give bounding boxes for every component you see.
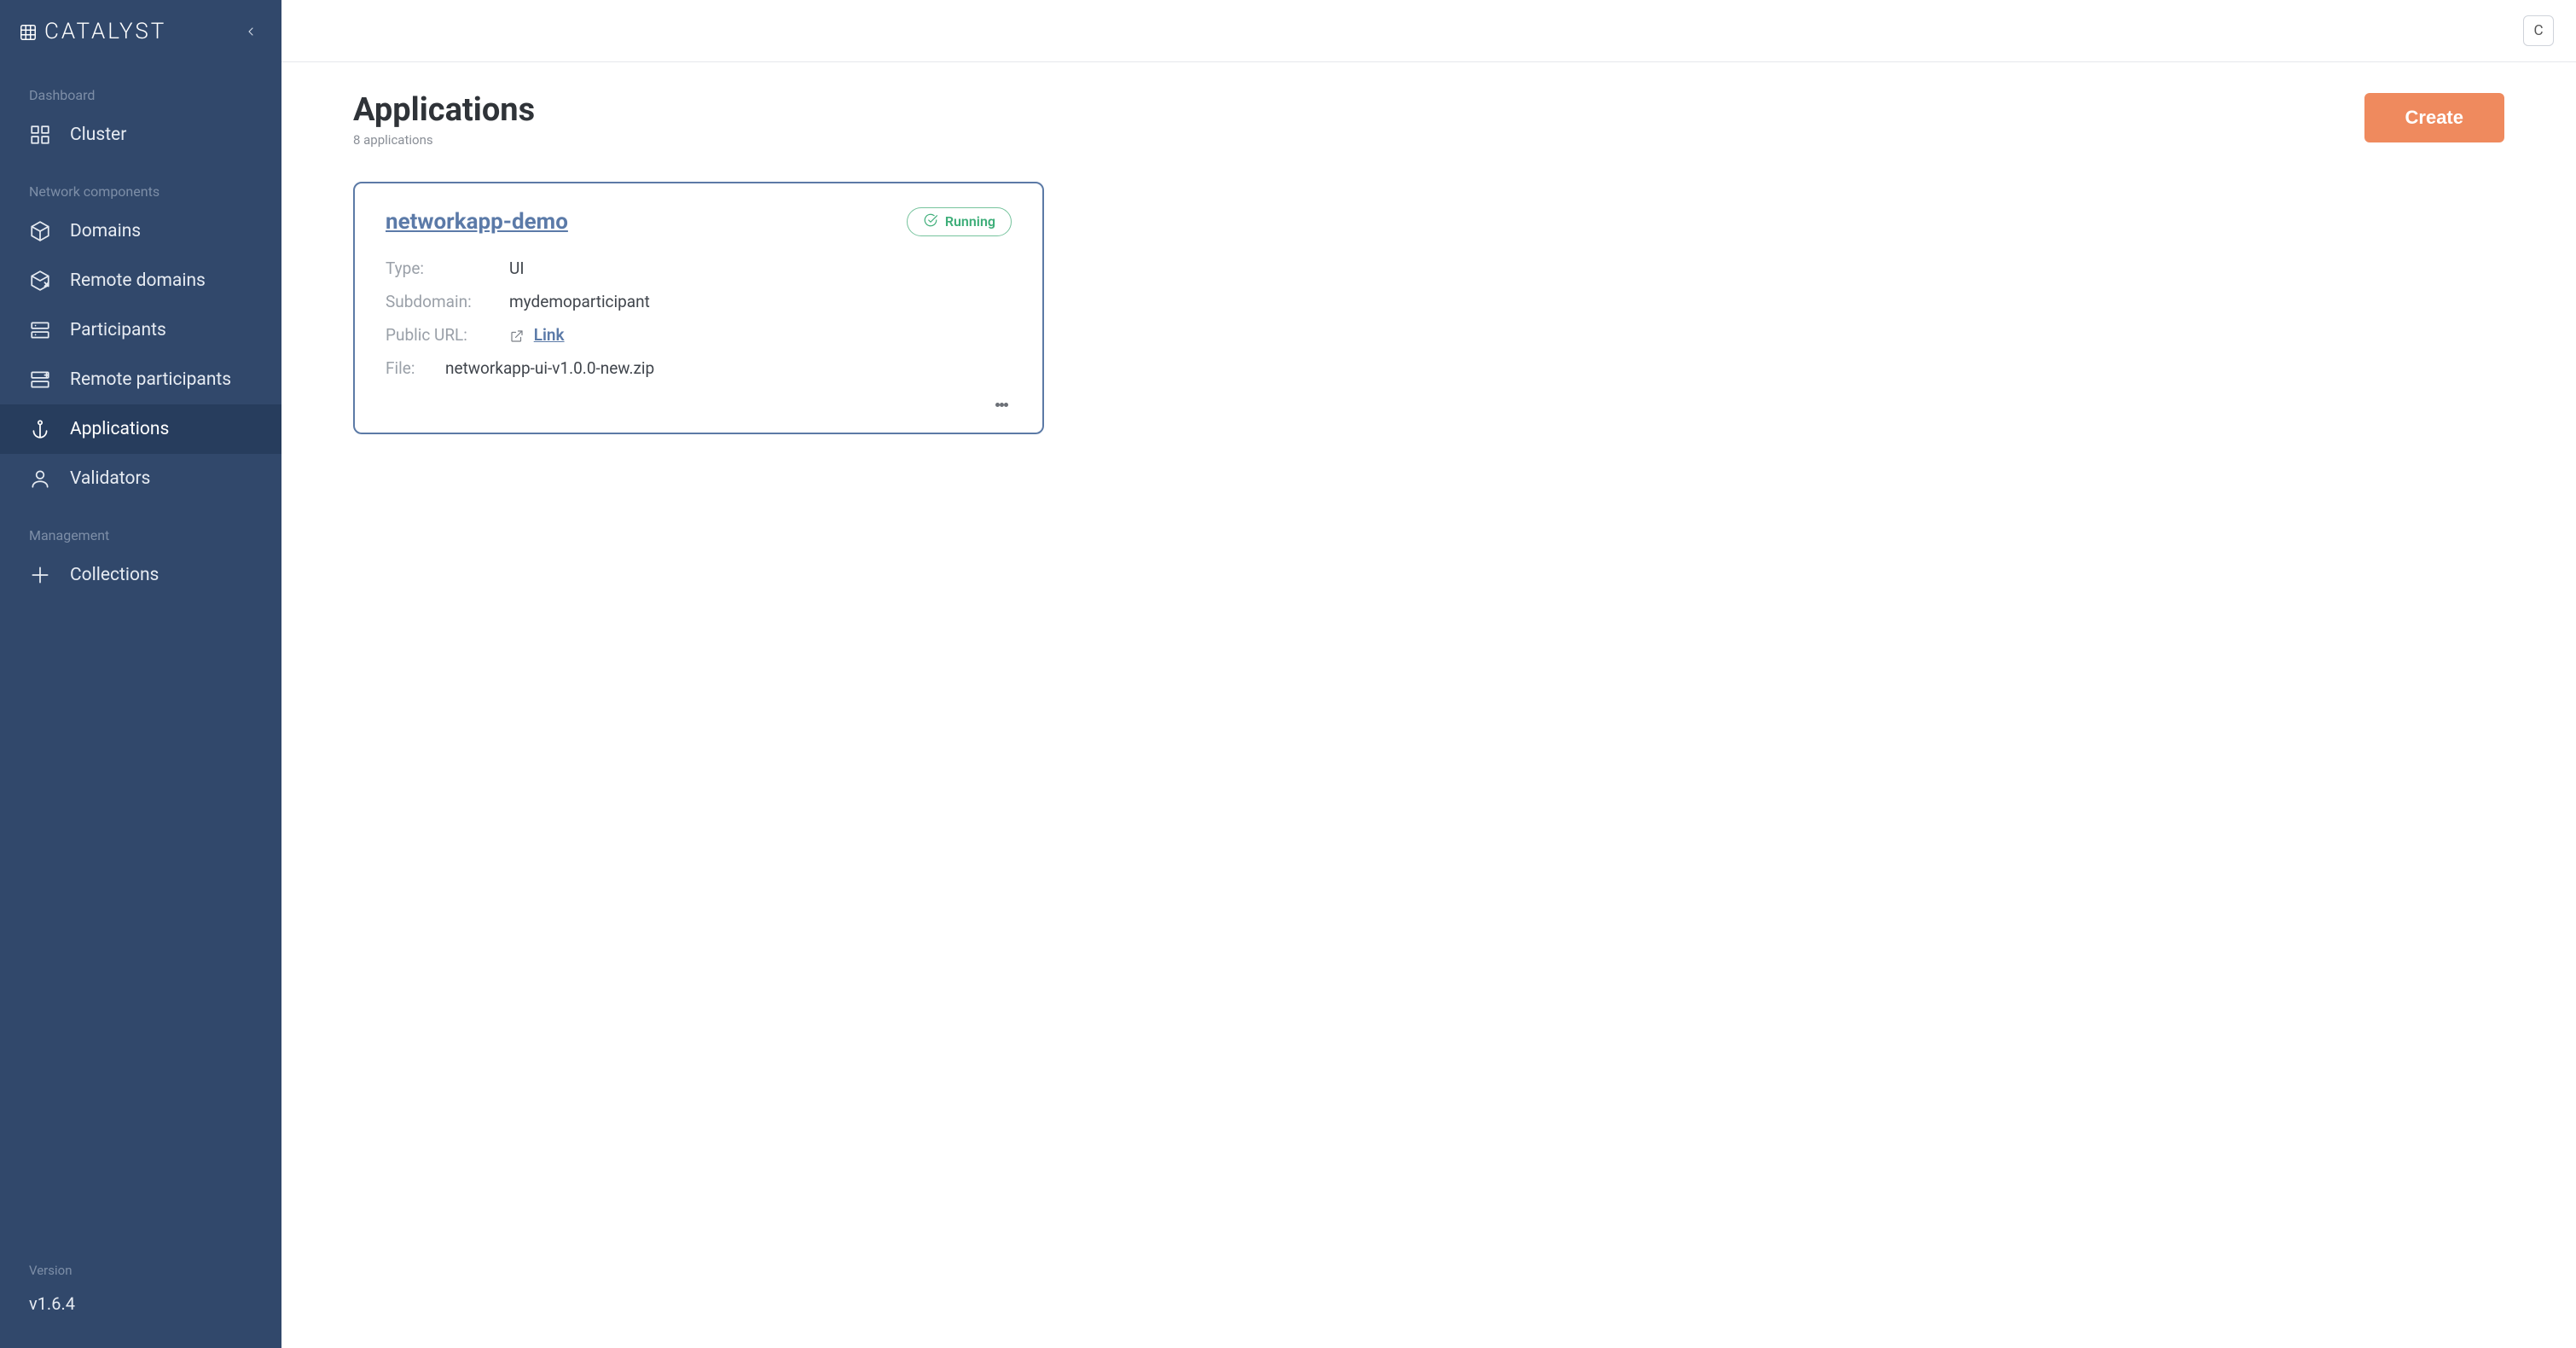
application-cards: networkapp-demo Running Type: UI Subdoma… [353,182,2504,434]
plus-icon [29,564,51,586]
check-circle-icon [923,212,938,231]
sidebar-item-collections[interactable]: Collections [0,550,281,600]
field-label-file: File: [386,358,428,378]
application-card: networkapp-demo Running Type: UI Subdoma… [353,182,1044,434]
page-subtitle: 8 applications [353,132,535,148]
version-label: Version [29,1263,252,1278]
user-icon [29,468,51,490]
content: Applications 8 applications Create netwo… [281,62,2576,465]
field-value-file: networkapp-ui-v1.0.0-new.zip [445,358,654,378]
create-button[interactable]: Create [2364,93,2504,142]
status-badge: Running [907,207,1012,236]
sidebar-item-validators[interactable]: Validators [0,454,281,503]
sidebar-footer: Version v1.6.4 [0,1247,281,1348]
grid-icon [29,124,51,146]
brand-logo[interactable]: CATALYST [19,19,166,44]
field-value-type: UI [509,259,525,278]
external-link-icon [509,328,525,344]
sidebar: CATALYST Dashboard Cluster Network compo… [0,0,281,1348]
sidebar-section-management: Management [0,503,281,550]
field-label-type: Type: [386,259,492,278]
sidebar-item-label: Participants [70,320,252,340]
sidebar-collapse-button[interactable] [241,21,261,42]
sidebar-item-label: Remote participants [70,369,252,390]
sidebar-header: CATALYST [0,0,281,63]
sidebar-item-participants[interactable]: Participants [0,305,281,355]
sidebar-item-domains[interactable]: Domains [0,206,281,256]
brand-text: CATALYST [44,19,166,44]
server-link-icon [29,369,51,391]
application-name-link[interactable]: networkapp-demo [386,209,568,235]
field-label-subdomain: Subdomain: [386,292,492,311]
sidebar-item-label: Applications [70,419,252,439]
cube-icon [29,220,51,242]
sidebar-item-label: Collections [70,565,252,585]
page-header: Applications 8 applications Create [353,93,2504,148]
avatar[interactable]: C [2523,15,2554,46]
sidebar-item-cluster[interactable]: Cluster [0,110,281,160]
sidebar-section-network: Network components [0,160,281,206]
sidebar-section-dashboard: Dashboard [0,63,281,110]
public-url-link[interactable]: Link [534,325,565,345]
sidebar-item-remote-participants[interactable]: Remote participants [0,355,281,404]
main: C Applications 8 applications Create net… [281,0,2576,1348]
field-value-subdomain: mydemoparticipant [509,292,650,311]
field-label-public-url: Public URL: [386,325,492,345]
sidebar-item-label: Validators [70,468,252,489]
sidebar-item-label: Remote domains [70,270,252,291]
logo-icon [19,22,38,41]
topbar: C [281,0,2576,62]
sidebar-item-remote-domains[interactable]: Remote domains [0,256,281,305]
cube-link-icon [29,270,51,292]
sidebar-item-applications[interactable]: Applications [0,404,281,454]
status-text: Running [945,213,995,230]
sidebar-item-label: Cluster [70,125,252,145]
page-title: Applications [353,93,535,129]
anchor-icon [29,418,51,440]
server-icon [29,319,51,341]
sidebar-item-label: Domains [70,221,252,241]
card-more-button[interactable] [991,393,1012,417]
version-value: v1.6.4 [29,1293,252,1314]
